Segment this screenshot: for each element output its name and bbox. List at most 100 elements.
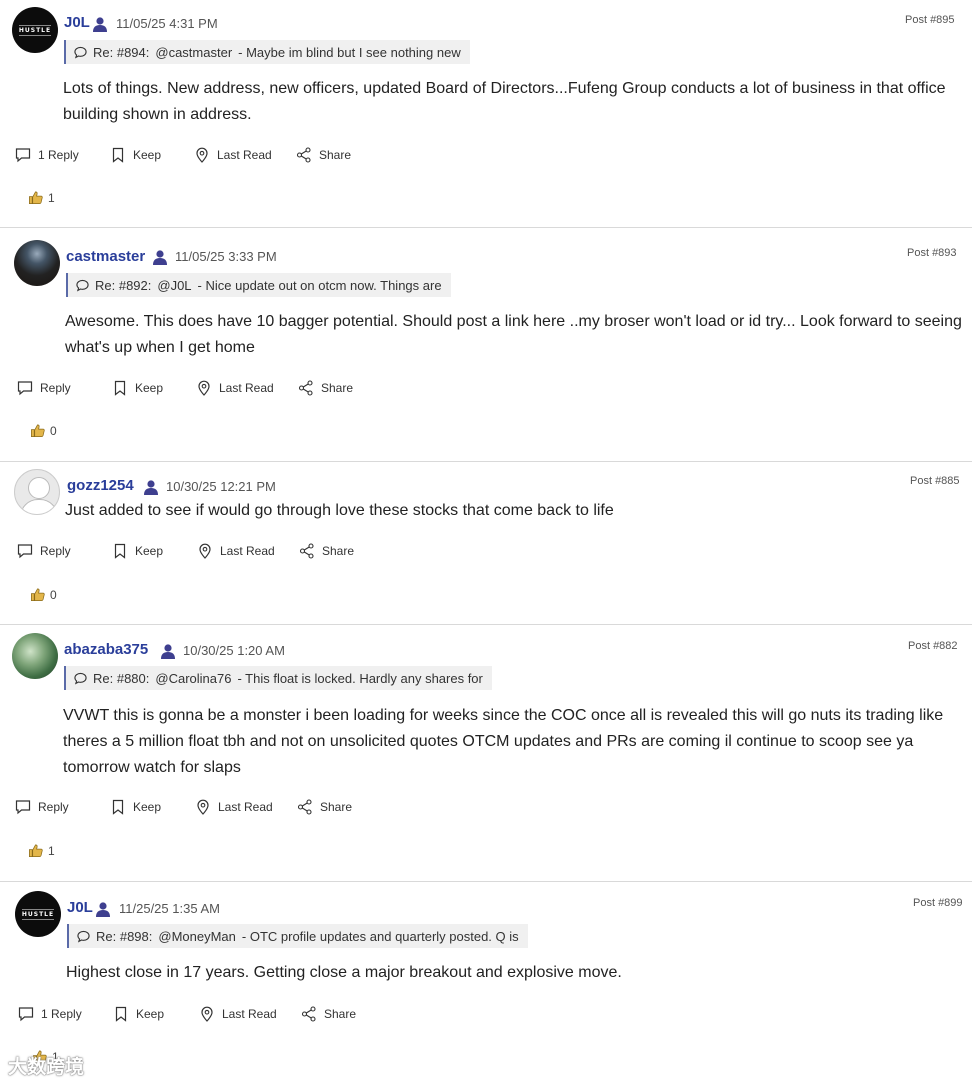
bookmark-icon — [115, 1006, 127, 1022]
thumbs-up-icon — [29, 844, 43, 857]
reply-button[interactable]: Reply — [17, 543, 71, 559]
last-read-button[interactable]: Last Read — [195, 799, 273, 815]
like-count: 0 — [50, 423, 57, 438]
post-number[interactable]: Post #899 — [913, 897, 963, 909]
reply-button[interactable]: 1 Reply — [18, 1006, 82, 1022]
username[interactable]: J0L — [64, 14, 90, 31]
post-divider — [0, 461, 972, 462]
post-number[interactable]: Post #882 — [908, 640, 958, 652]
timestamp: 11/05/25 4:31 PM — [116, 16, 218, 31]
like-button[interactable]: 0 — [30, 587, 57, 602]
user-icon — [161, 644, 175, 659]
reply-mention: @castmaster — [155, 44, 233, 60]
share-icon — [296, 147, 311, 163]
last-read-button[interactable]: Last Read — [196, 380, 274, 396]
bookmark-icon — [114, 543, 126, 559]
location-pin-icon — [197, 799, 209, 815]
username[interactable]: J0L — [67, 899, 93, 916]
watermark: 大数跨境 — [8, 1057, 85, 1078]
avatar[interactable] — [14, 240, 60, 286]
username[interactable]: castmaster — [66, 248, 145, 265]
user-icon — [96, 902, 110, 917]
like-count: 0 — [50, 587, 57, 602]
share-icon — [298, 380, 313, 396]
reply-icon — [17, 544, 33, 559]
share-button[interactable]: Share — [297, 799, 352, 815]
like-button[interactable]: 1 — [28, 190, 55, 205]
like-button[interactable]: 0 — [30, 423, 57, 438]
keep-button[interactable]: Keep — [110, 799, 161, 815]
last-read-button[interactable]: Last Read — [197, 543, 275, 559]
timestamp: 10/30/25 12:21 PM — [166, 479, 276, 494]
post-content: VVWT this is gonna be a monster i been l… — [63, 707, 944, 776]
share-icon — [299, 543, 314, 559]
reply-icon — [17, 381, 33, 396]
like-count: 1 — [48, 843, 55, 858]
reply-snippet: - Nice update out on otcm now. Things ar… — [197, 277, 442, 293]
post-divider — [0, 624, 972, 625]
keep-button[interactable]: Keep — [112, 380, 163, 396]
avatar[interactable] — [14, 469, 60, 515]
post-divider — [0, 227, 972, 228]
comment-bubble-icon — [74, 672, 87, 685]
thumbs-up-icon — [31, 588, 45, 601]
timestamp: 11/25/25 1:35 AM — [119, 901, 220, 916]
reply-icon — [15, 800, 31, 815]
comment-bubble-icon — [76, 279, 89, 292]
username[interactable]: abazaba375 — [64, 641, 148, 658]
share-button[interactable]: Share — [299, 543, 354, 559]
post-content: Just added to see if would go through lo… — [65, 502, 614, 519]
post-content: Awesome. This does have 10 bagger potent… — [65, 313, 962, 356]
reply-mention: @Carolina76 — [155, 670, 232, 686]
avatar[interactable]: HUSTLE — [12, 7, 58, 53]
post-number[interactable]: Post #895 — [905, 14, 955, 26]
reply-button[interactable]: Reply — [15, 799, 69, 815]
reply-ref-number: Re: #892: — [95, 277, 152, 293]
avatar[interactable] — [12, 633, 58, 679]
reply-icon — [15, 148, 31, 163]
share-button[interactable]: Share — [298, 380, 353, 396]
thumbs-up-icon — [31, 424, 45, 437]
reply-ref-number: Re: #898: — [96, 928, 153, 944]
location-pin-icon — [198, 380, 210, 396]
user-icon — [93, 17, 107, 32]
last-read-button[interactable]: Last Read — [199, 1006, 277, 1022]
reply-icon — [18, 1007, 34, 1022]
keep-button[interactable]: Keep — [113, 1006, 164, 1022]
reply-snippet: - Maybe im blind but I see nothing new — [238, 44, 461, 60]
reply-button[interactable]: Reply — [17, 380, 71, 396]
bookmark-icon — [114, 380, 126, 396]
post-content: Highest close in 17 years. Getting close… — [66, 964, 622, 981]
location-pin-icon — [199, 543, 211, 559]
share-icon — [301, 1006, 316, 1022]
like-button[interactable]: 1 — [28, 843, 55, 858]
location-pin-icon — [196, 147, 208, 163]
post-number[interactable]: Post #885 — [910, 475, 960, 487]
thumbs-up-icon — [29, 191, 43, 204]
keep-button[interactable]: Keep — [112, 543, 163, 559]
post-content: Lots of things. New address, new officer… — [63, 80, 946, 123]
username[interactable]: gozz1254 — [67, 477, 134, 494]
share-icon — [297, 799, 312, 815]
reply-reference[interactable]: Re: #880: @Carolina76 - This float is lo… — [64, 666, 492, 690]
reply-mention: @MoneyMan — [158, 928, 236, 944]
location-pin-icon — [201, 1006, 213, 1022]
post-number[interactable]: Post #893 — [907, 247, 957, 259]
comment-bubble-icon — [74, 46, 87, 59]
share-button[interactable]: Share — [301, 1006, 356, 1022]
reply-ref-number: Re: #894: — [93, 44, 150, 60]
share-button[interactable]: Share — [296, 147, 351, 163]
reply-button[interactable]: 1 Reply — [15, 147, 79, 163]
keep-button[interactable]: Keep — [110, 147, 161, 163]
last-read-button[interactable]: Last Read — [194, 147, 272, 163]
reply-snippet: - OTC profile updates and quarterly post… — [241, 928, 519, 944]
reply-reference[interactable]: Re: #898: @MoneyMan - OTC profile update… — [67, 924, 528, 948]
reply-reference[interactable]: Re: #894: @castmaster - Maybe im blind b… — [64, 40, 470, 64]
reply-snippet: - This float is locked. Hardly any share… — [237, 670, 483, 686]
reply-reference[interactable]: Re: #892: @J0L - Nice update out on otcm… — [66, 273, 451, 297]
reply-ref-number: Re: #880: — [93, 670, 150, 686]
avatar[interactable]: HUSTLE — [15, 891, 61, 937]
bookmark-icon — [112, 799, 124, 815]
comment-bubble-icon — [77, 930, 90, 943]
reply-mention: @J0L — [157, 277, 192, 293]
